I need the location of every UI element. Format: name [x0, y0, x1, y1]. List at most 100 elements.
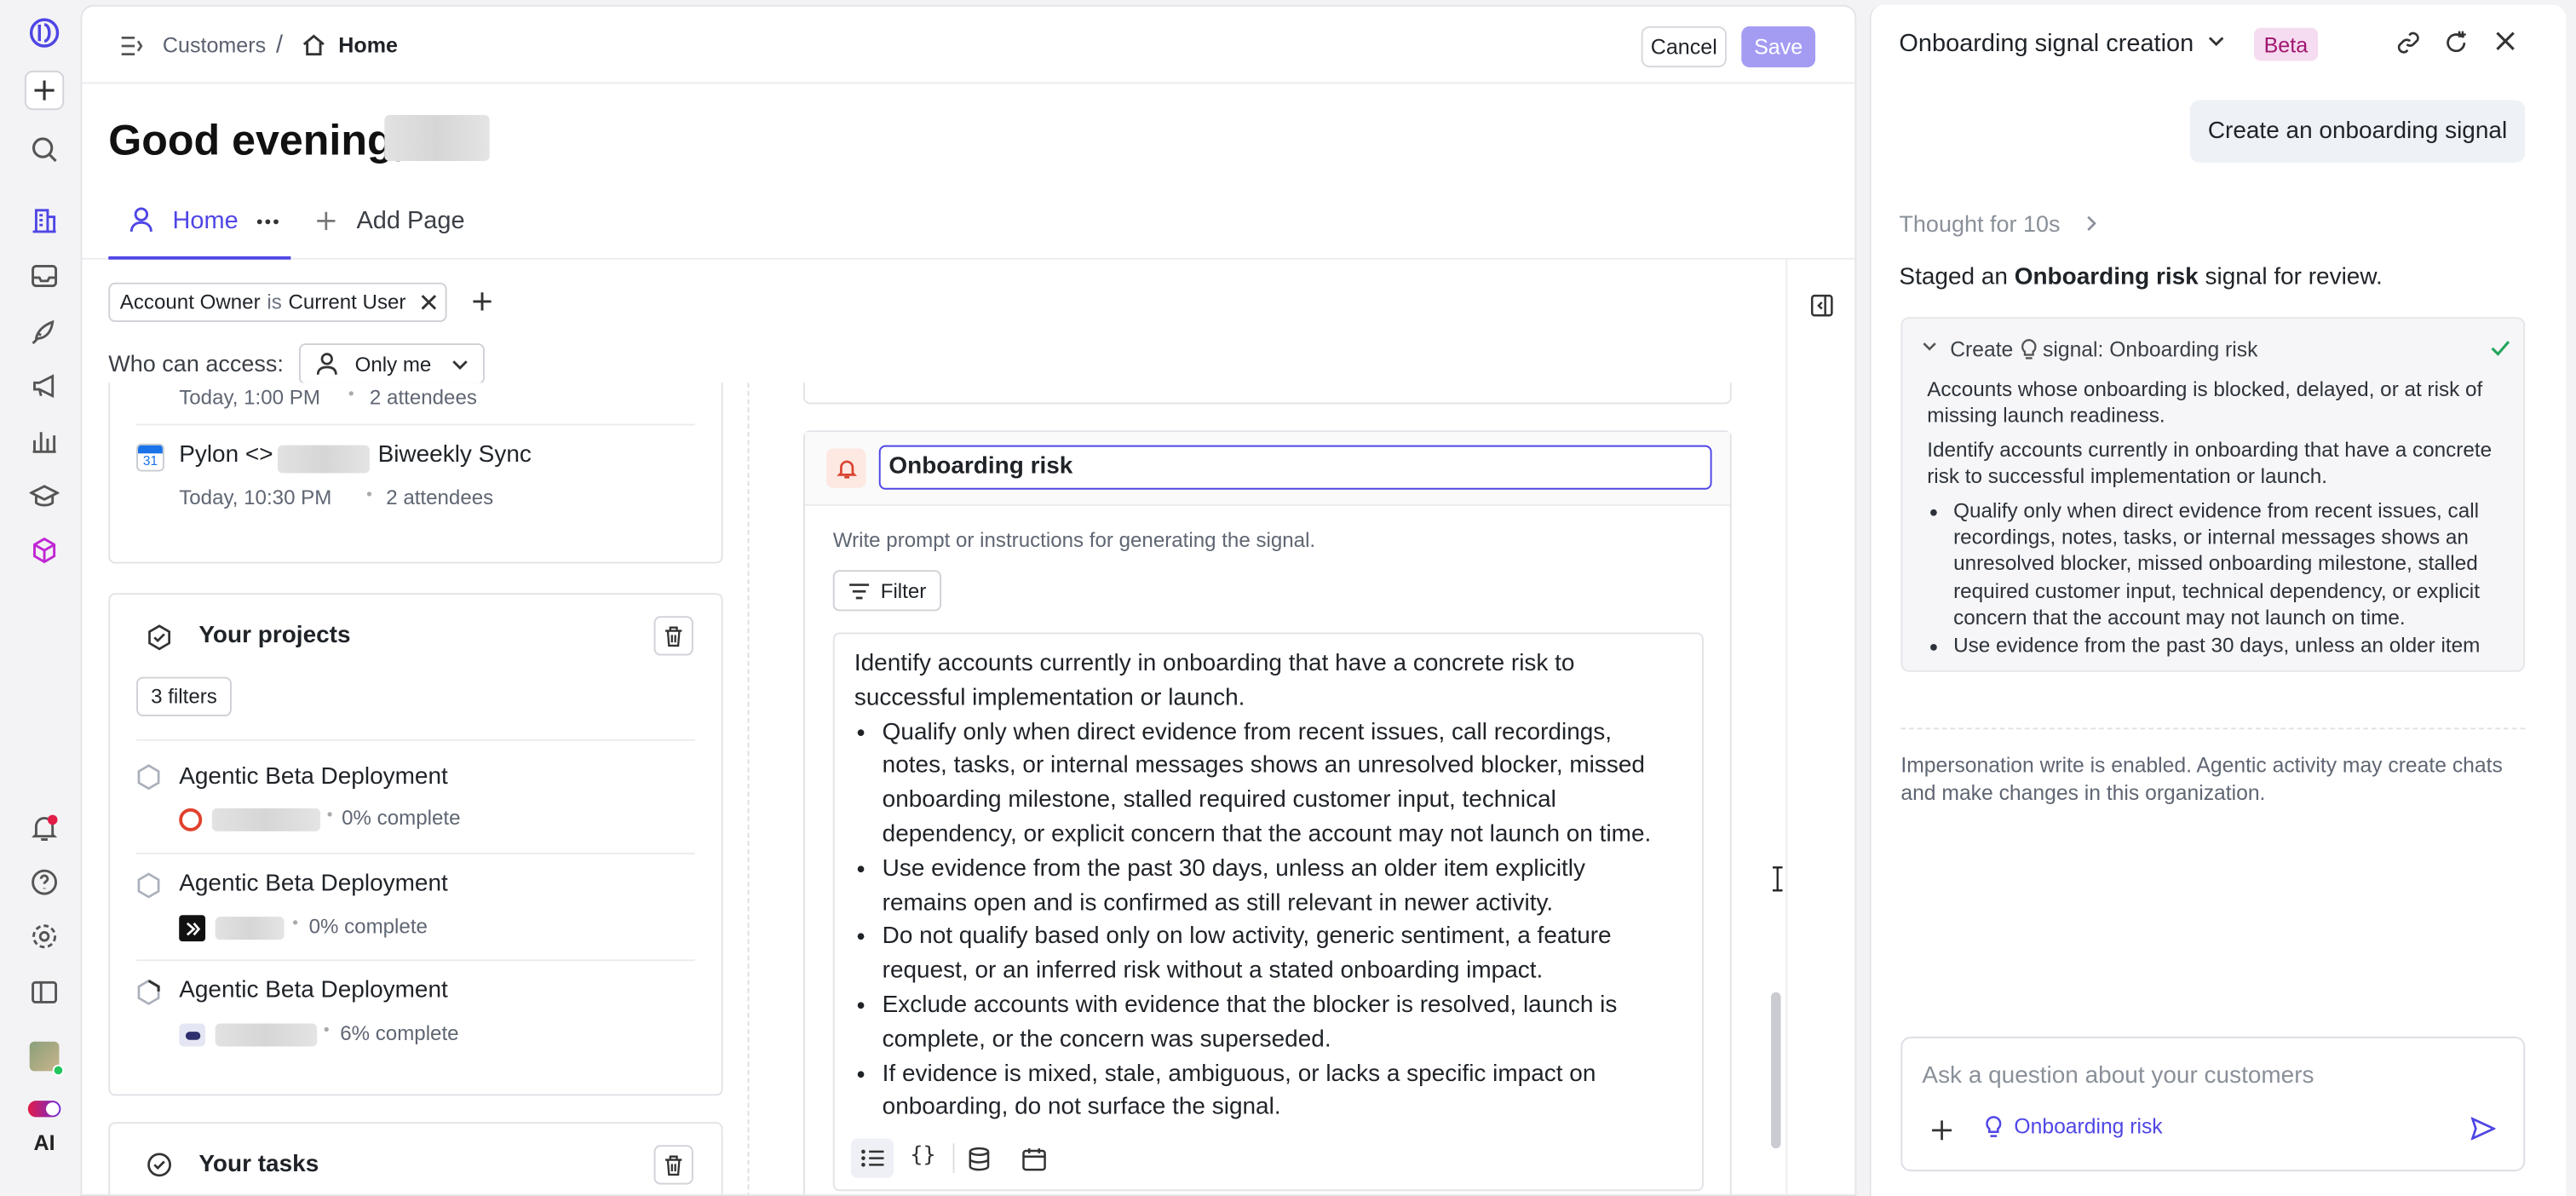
prompt-hint: Write prompt or instructions for generat…	[832, 528, 1316, 552]
close-icon[interactable]	[2495, 32, 2515, 51]
projects-filters-button[interactable]: 3 filters	[136, 676, 232, 716]
chat-input[interactable]: Ask a question about your customers	[1922, 1063, 2314, 1090]
add-page-button[interactable]: Add Page	[356, 207, 464, 235]
tool-step-card[interactable]: Create signal: Onboarding risk Accounts …	[1900, 317, 2526, 672]
accounts-icon[interactable]	[25, 200, 64, 239]
logo-icon[interactable]	[25, 13, 64, 52]
inbox-icon[interactable]	[25, 256, 64, 296]
collapse-sidebar-icon[interactable]	[118, 33, 145, 60]
collapse-panel-icon[interactable]	[1810, 294, 1833, 317]
project-progress: 6% complete	[340, 1021, 459, 1045]
meeting-time: Today, 10:30 PM	[179, 486, 332, 509]
signal-name-input[interactable]: Onboarding risk	[878, 445, 1712, 490]
delete-projects-button[interactable]	[653, 616, 693, 656]
notification-bell-icon[interactable]	[25, 808, 64, 848]
help-icon[interactable]	[25, 862, 64, 901]
close-icon[interactable]	[421, 294, 437, 310]
projects-icon	[147, 624, 173, 651]
add-page-plus-icon[interactable]	[315, 210, 336, 232]
graduation-cap-icon[interactable]	[25, 476, 64, 515]
chevron-down-icon[interactable]	[2208, 36, 2224, 46]
redacted-company	[215, 917, 285, 940]
beta-badge: Beta	[2253, 27, 2318, 61]
more-icon[interactable]	[256, 218, 279, 225]
prompt-intro: Identify accounts currently in onboardin…	[854, 650, 1575, 711]
plus-icon[interactable]	[24, 70, 65, 111]
meeting-title-suffix[interactable]: Biweekly Sync	[378, 442, 532, 469]
left-rail: AI	[9, 0, 79, 1196]
breadcrumb-customers[interactable]: Customers	[163, 33, 266, 58]
link-icon[interactable]	[2395, 30, 2422, 56]
main-panel: Customers / Home Cancel Save Good evenin…	[80, 4, 1857, 1196]
access-dropdown[interactable]: Only me	[298, 343, 485, 385]
prompt-textarea[interactable]: Identify accounts currently in onboardin…	[832, 632, 1704, 1192]
check-icon	[2491, 340, 2510, 356]
chevron-down-icon[interactable]	[1922, 342, 1936, 352]
project-status-icon	[136, 764, 161, 791]
trash-icon	[665, 625, 682, 647]
cube-icon[interactable]	[25, 531, 64, 570]
calendar-icon[interactable]	[1022, 1147, 1047, 1171]
context-chip[interactable]: Onboarding risk	[1985, 1114, 2163, 1138]
step-bullet: Qualify only when direct evidence from r…	[1953, 497, 2505, 632]
trash-icon	[665, 1154, 682, 1176]
signal-editor-card: Onboarding risk Write prompt or instruct…	[803, 430, 1732, 1195]
bell-icon	[826, 448, 866, 488]
megaphone-icon[interactable]	[25, 366, 64, 405]
database-icon[interactable]	[968, 1147, 991, 1171]
lightbulb-icon	[2021, 338, 2038, 359]
step-description: Accounts whose onboarding is blocked, de…	[1927, 377, 2483, 428]
ai-panel-title[interactable]: Onboarding signal creation	[1899, 30, 2194, 58]
user-icon	[128, 205, 154, 235]
add-filter-icon[interactable]	[471, 290, 492, 312]
chat-input-box[interactable]: Ask a question about your customers Onbo…	[1900, 1036, 2526, 1172]
cancel-button[interactable]: Cancel	[1641, 26, 1727, 68]
search-icon[interactable]	[25, 129, 64, 169]
tab-home-label: Home	[172, 206, 239, 235]
filter-button[interactable]: Filter	[832, 570, 942, 612]
company-logo-icon	[179, 915, 206, 942]
impersonation-notice: Impersonation write is enabled. Agentic …	[1900, 752, 2503, 805]
new-chat-icon[interactable]	[2443, 30, 2470, 56]
meeting-attendees: 2 attendees	[369, 386, 477, 410]
project-progress: 0% complete	[342, 806, 461, 830]
calendar-icon: 31	[136, 443, 164, 472]
avatar[interactable]	[25, 1037, 65, 1077]
project-title[interactable]: Agentic Beta Deployment	[179, 764, 448, 791]
company-logo-icon	[179, 808, 203, 831]
delete-tasks-button[interactable]	[653, 1145, 693, 1185]
prompt-bullet: If evidence is mixed, stale, ambiguous, …	[883, 1057, 1676, 1125]
project-title[interactable]: Agentic Beta Deployment	[179, 871, 448, 897]
filter-icon	[849, 583, 870, 599]
access-label: Who can access:	[108, 349, 284, 377]
thought-toggle[interactable]: Thought for 10s	[1899, 210, 2060, 237]
project-title[interactable]: Agentic Beta Deployment	[179, 977, 448, 1003]
sidebar-toggle-icon[interactable]	[25, 973, 64, 1012]
bullet-list-icon[interactable]	[850, 1138, 894, 1178]
braces-icon[interactable]: {}	[910, 1143, 935, 1168]
settings-icon[interactable]	[25, 917, 64, 956]
signal-editor-column: Onboarding risk Write prompt or instruct…	[749, 382, 1784, 1195]
account-owner-filter-chip[interactable]: Account Owner is Current User	[108, 282, 447, 322]
chevron-right-icon[interactable]	[2086, 216, 2096, 232]
save-button[interactable]: Save	[1741, 26, 1816, 68]
chart-icon[interactable]	[25, 421, 64, 460]
company-logo-icon	[179, 1023, 206, 1047]
meeting-title-prefix[interactable]: Pylon <>	[179, 442, 273, 469]
ai-label[interactable]: AI	[25, 1122, 64, 1161]
scrollbar[interactable]	[1770, 992, 1781, 1149]
text-cursor-icon	[1771, 865, 1784, 892]
tasks-card: Your tasks	[108, 1122, 723, 1195]
project-status-icon	[136, 979, 161, 1005]
projects-title: Your projects	[198, 622, 351, 649]
access-value: Only me	[354, 352, 432, 376]
filter-value: Current User	[288, 290, 406, 314]
rocket-icon[interactable]	[25, 312, 64, 351]
project-status-icon	[136, 872, 161, 899]
breadcrumb-home: Home	[338, 32, 398, 58]
tasks-check-icon	[147, 1152, 173, 1178]
lightbulb-icon	[1985, 1115, 2003, 1138]
step-bullet: Use evidence from the past 30 days, unle…	[1953, 632, 2505, 659]
send-icon[interactable]	[2470, 1117, 2496, 1141]
add-attachment-icon[interactable]	[1931, 1120, 1952, 1141]
